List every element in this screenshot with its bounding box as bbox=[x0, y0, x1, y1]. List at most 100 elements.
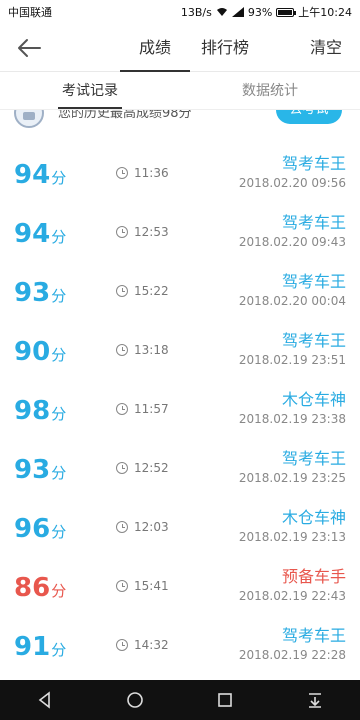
clock-icon bbox=[116, 403, 128, 415]
exam-datetime: 2018.02.19 23:13 bbox=[238, 530, 346, 544]
back-arrow-icon[interactable] bbox=[14, 36, 44, 60]
exam-duration: 12:53 bbox=[116, 225, 169, 239]
carrier-label: 中国联通 bbox=[8, 6, 52, 19]
header-tabs: 成绩 排行榜 bbox=[120, 24, 260, 72]
score-number: 94 bbox=[14, 160, 51, 190]
nav-home-icon[interactable] bbox=[125, 690, 145, 710]
clock-icon bbox=[116, 344, 128, 356]
score-value: 86分 bbox=[14, 573, 66, 603]
score-unit: 分 bbox=[51, 405, 67, 423]
exam-duration: 11:36 bbox=[116, 166, 169, 180]
clear-button[interactable]: 清空 bbox=[310, 24, 342, 72]
wifi-icon bbox=[216, 8, 227, 16]
score-unit: 分 bbox=[51, 346, 67, 364]
nav-notifications-icon[interactable] bbox=[305, 690, 325, 710]
subtab-exam-records[interactable]: 考试记录 bbox=[0, 72, 180, 109]
score-value: 94分 bbox=[14, 160, 66, 190]
score-value: 93分 bbox=[14, 455, 66, 485]
duration-text: 15:41 bbox=[134, 579, 169, 593]
duration-text: 12:03 bbox=[134, 520, 169, 534]
clock-time: 上午10:24 bbox=[298, 6, 352, 19]
duration-text: 12:52 bbox=[134, 461, 169, 475]
score-unit: 分 bbox=[51, 169, 67, 187]
score-number: 96 bbox=[14, 514, 51, 544]
duration-text: 14:32 bbox=[134, 638, 169, 652]
exam-record-row[interactable]: 98分 11:57 木仓车神 2018.02.19 23:38 bbox=[0, 382, 360, 441]
tab-scores[interactable]: 成绩 bbox=[120, 24, 190, 72]
rank-title: 驾考车王 bbox=[281, 331, 346, 350]
score-value: 96分 bbox=[14, 514, 66, 544]
duration-text: 11:36 bbox=[134, 166, 169, 180]
rank-title: 预备车手 bbox=[281, 567, 346, 586]
exam-duration: 12:52 bbox=[116, 461, 169, 475]
score-number: 93 bbox=[14, 278, 51, 308]
best-score-text: 您的历史最高成绩98分 bbox=[58, 110, 192, 121]
system-nav-bar bbox=[0, 680, 360, 720]
score-unit: 分 bbox=[51, 287, 67, 305]
exam-record-row[interactable]: 94分 11:36 驾考车王 2018.02.20 09:56 bbox=[0, 146, 360, 205]
battery-icon bbox=[276, 7, 297, 17]
exam-datetime: 2018.02.19 23:38 bbox=[238, 412, 346, 426]
rank-title: 驾考车王 bbox=[281, 626, 346, 645]
score-value: 94分 bbox=[14, 219, 66, 249]
exam-duration: 15:41 bbox=[116, 579, 169, 593]
score-unit: 分 bbox=[51, 641, 67, 659]
exam-duration: 15:22 bbox=[116, 284, 169, 298]
exam-datetime: 2018.02.19 23:25 bbox=[238, 471, 346, 485]
exam-datetime: 2018.02.20 00:04 bbox=[238, 294, 346, 308]
app-header: 成绩 排行榜 清空 bbox=[0, 24, 360, 72]
clock-icon bbox=[116, 639, 128, 651]
exam-record-row[interactable]: 94分 12:53 驾考车王 2018.02.20 09:43 bbox=[0, 205, 360, 264]
exam-record-row[interactable]: 86分 15:41 预备车手 2018.02.19 22:43 bbox=[0, 559, 360, 618]
score-value: 93分 bbox=[14, 278, 66, 308]
clock-icon bbox=[116, 462, 128, 474]
exam-record-row[interactable]: 91分 14:32 驾考车王 2018.02.19 22:28 bbox=[0, 618, 360, 677]
tab-leaderboard[interactable]: 排行榜 bbox=[190, 24, 260, 72]
clock-icon bbox=[116, 580, 128, 592]
duration-text: 11:57 bbox=[134, 402, 169, 416]
clock-icon bbox=[116, 521, 128, 533]
score-number: 93 bbox=[14, 455, 51, 485]
take-exam-button[interactable]: 去考试 bbox=[276, 110, 342, 124]
score-number: 86 bbox=[14, 573, 51, 603]
exam-datetime: 2018.02.20 09:56 bbox=[238, 176, 346, 190]
clock-icon bbox=[116, 226, 128, 238]
network-speed: 13B/s bbox=[180, 5, 212, 19]
battery-fill bbox=[278, 9, 293, 15]
rank-title: 驾考车王 bbox=[281, 154, 346, 173]
score-number: 91 bbox=[14, 632, 51, 662]
clock-icon bbox=[116, 167, 128, 179]
score-unit: 分 bbox=[51, 464, 67, 482]
exam-datetime: 2018.02.19 22:43 bbox=[238, 589, 346, 603]
score-unit: 分 bbox=[51, 582, 67, 600]
clock-icon bbox=[116, 285, 128, 297]
signal-icon bbox=[231, 7, 244, 17]
sub-tabs: 考试记录 数据统计 bbox=[0, 72, 360, 110]
score-number: 90 bbox=[14, 337, 51, 367]
score-number: 98 bbox=[14, 396, 51, 426]
exam-record-row[interactable]: 93分 15:22 驾考车王 2018.02.20 00:04 bbox=[0, 264, 360, 323]
exam-datetime: 2018.02.20 09:43 bbox=[238, 235, 346, 249]
rank-title: 驾考车王 bbox=[281, 213, 346, 232]
duration-text: 15:22 bbox=[134, 284, 169, 298]
status-bar: 中国联通 13B/s 93% 上午10:24 bbox=[0, 0, 360, 24]
exam-record-row[interactable]: 93分 12:52 驾考车王 2018.02.19 23:25 bbox=[0, 441, 360, 500]
exam-datetime: 2018.02.19 23:51 bbox=[238, 353, 346, 367]
score-unit: 分 bbox=[51, 523, 67, 541]
score-value: 90分 bbox=[14, 337, 66, 367]
score-number: 94 bbox=[14, 219, 51, 249]
nav-back-icon[interactable] bbox=[35, 690, 55, 710]
duration-text: 12:53 bbox=[134, 225, 169, 239]
exam-duration: 13:18 bbox=[116, 343, 169, 357]
subtab-statistics[interactable]: 数据统计 bbox=[180, 72, 360, 109]
exam-record-row[interactable]: 96分 12:03 木仓车神 2018.02.19 23:13 bbox=[0, 500, 360, 559]
exam-record-row[interactable]: 90分 13:18 驾考车王 2018.02.19 23:51 bbox=[0, 323, 360, 382]
rank-title: 驾考车王 bbox=[281, 272, 346, 291]
score-value: 91分 bbox=[14, 632, 66, 662]
exam-record-list: 94分 11:36 驾考车王 2018.02.20 09:56 94分 12:53 驾考车王… bbox=[0, 146, 360, 677]
battery-percent: 93% bbox=[247, 5, 273, 19]
score-value: 98分 bbox=[14, 396, 66, 426]
rank-title: 驾考车王 bbox=[281, 449, 346, 468]
exam-duration: 14:32 bbox=[116, 638, 169, 652]
nav-recents-icon[interactable] bbox=[215, 690, 235, 710]
